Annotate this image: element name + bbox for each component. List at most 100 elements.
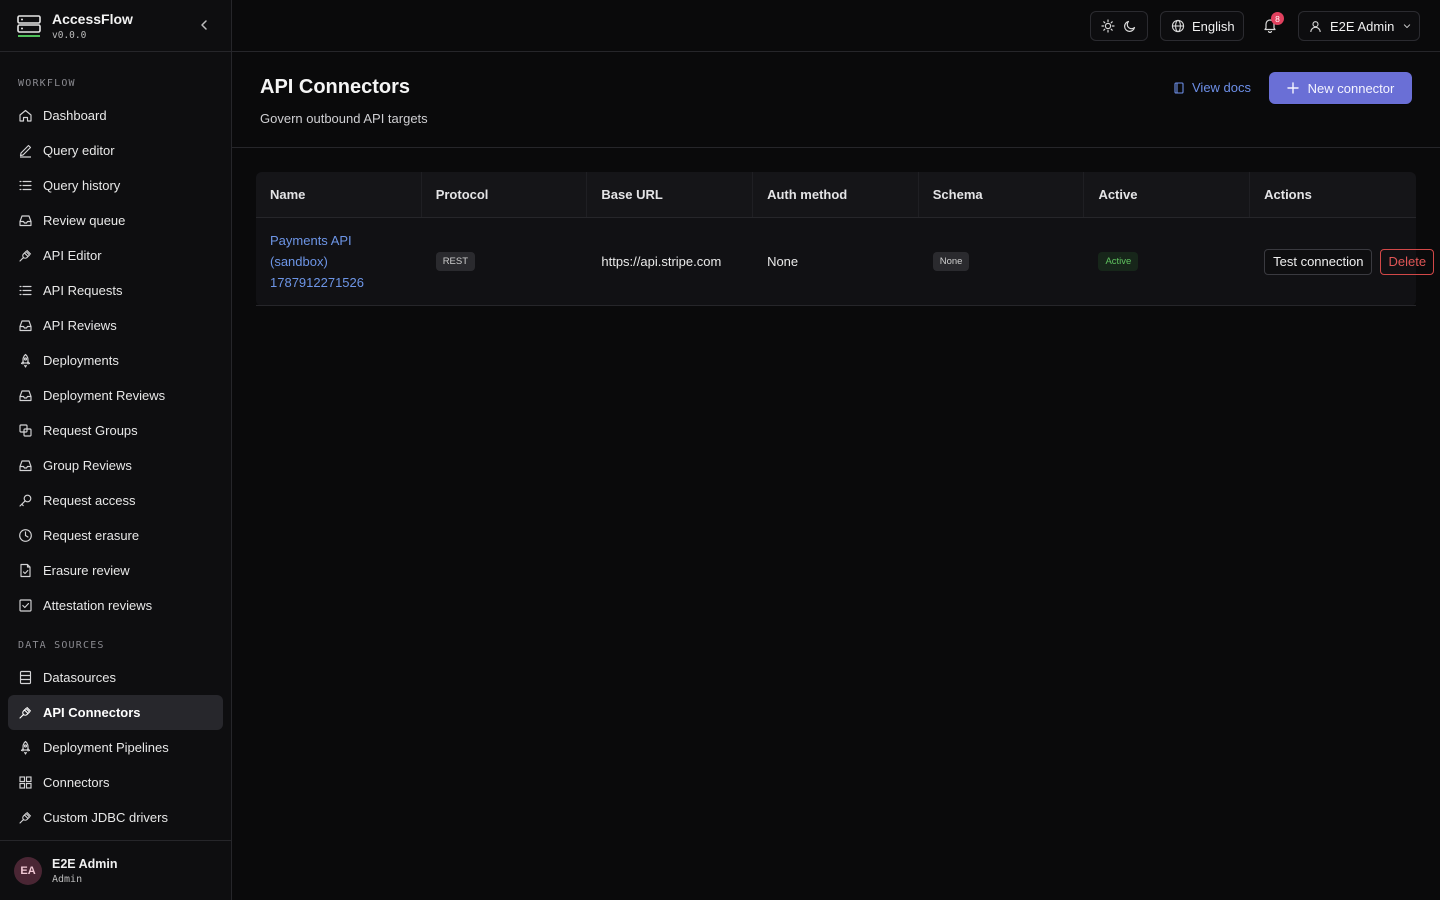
page-subtitle: Govern outbound API targets (260, 111, 428, 126)
sidebar-item-erasure-review[interactable]: Erasure review (8, 553, 223, 588)
delete-button[interactable]: Delete (1380, 248, 1435, 275)
connectors-table: Name Protocol Base URL Auth method Schem… (256, 172, 1435, 306)
rocket-icon (18, 353, 33, 368)
sidebar-item-custom-jdbc-drivers[interactable]: Custom JDBC drivers (8, 800, 223, 835)
sidebar-item-dashboard[interactable]: Dashboard (8, 98, 223, 133)
sidebar-user-profile[interactable]: EA E2E Admin Admin (0, 840, 231, 900)
sidebar-item-label: Query history (43, 178, 121, 193)
table-header: Name Protocol Base URL Auth method Schem… (256, 172, 1416, 218)
page-title: API Connectors (260, 76, 411, 98)
plug-icon (18, 248, 33, 263)
sidebar-item-deployments[interactable]: Deployments (8, 343, 223, 378)
pencil-icon (18, 143, 33, 158)
test-connection-button[interactable]: Test connection (1264, 248, 1373, 275)
workflow-nav: Dashboard Query editor Query history Review… (8, 98, 223, 623)
sidebar-item-label: Review queue (43, 213, 126, 228)
sidebar-item-connectors[interactable]: Connectors (8, 765, 223, 800)
app-logo-icon (17, 14, 41, 37)
table-row: Payments API (sandbox) 1787912271526 RES… (256, 218, 1435, 306)
column-header-name[interactable]: Name (256, 172, 422, 217)
page-header: API Connectors Govern outbound API targe… (232, 52, 1440, 148)
book-icon (1174, 81, 1184, 94)
cell-actions: Test connection Delete (1250, 218, 1435, 305)
clock-icon (18, 528, 33, 543)
database-icon (18, 670, 33, 685)
column-header-active[interactable]: Active (1084, 172, 1251, 217)
theme-toggle[interactable] (1090, 11, 1148, 41)
sidebar-item-api-reviews[interactable]: API Reviews (8, 308, 223, 343)
column-header-base-url[interactable]: Base URL (587, 172, 754, 217)
sidebar-item-api-connectors[interactable]: API Connectors (8, 695, 223, 730)
user-name: E2E Admin (52, 856, 118, 871)
collapse-sidebar-icon[interactable] (197, 18, 211, 32)
sidebar-item-query-editor[interactable]: Query editor (8, 133, 223, 168)
brand-header: AccessFlow v0.0.0 (0, 0, 231, 52)
sidebar-item-api-editor[interactable]: API Editor (8, 238, 223, 273)
data-sources-nav: Datasources API Connectors Deployment Pipe… (8, 660, 223, 835)
sidebar-item-label: Deployment Reviews (43, 388, 166, 403)
list-icon (18, 178, 33, 193)
connector-name-line[interactable]: Payments API (270, 230, 364, 251)
new-connector-label: New connector (1307, 80, 1395, 96)
plus-icon (1286, 82, 1299, 94)
file-check-icon (18, 563, 33, 578)
sidebar-item-label: Datasources (43, 670, 116, 685)
sidebar-item-datasources[interactable]: Datasources (8, 660, 223, 695)
column-header-schema[interactable]: Schema (919, 172, 1085, 217)
cell-base-url: https://api.stripe.com (601, 254, 722, 269)
sidebar-item-label: Request erasure (43, 528, 140, 543)
language-label: English (1192, 18, 1235, 34)
sidebar-item-label: API Editor (43, 248, 102, 263)
connector-name-line[interactable]: 1787912271526 (270, 272, 364, 293)
user-menu-label: E2E Admin (1330, 18, 1395, 34)
sidebar: AccessFlow v0.0.0 WORKFLOW Dashboard Quer… (0, 0, 232, 900)
sidebar-item-request-access[interactable]: Request access (8, 483, 223, 518)
topbar: English 8 E2E Admin (232, 0, 1440, 52)
rocket-icon (18, 740, 33, 755)
sidebar-item-request-groups[interactable]: Request Groups (8, 413, 223, 448)
plug-icon (18, 705, 33, 720)
sidebar-item-request-erasure[interactable]: Request erasure (8, 518, 223, 553)
sidebar-item-label: Deployment Pipelines (43, 740, 169, 755)
grid-icon (18, 775, 33, 790)
column-header-auth-method[interactable]: Auth method (753, 172, 919, 217)
view-docs-label: View docs (1192, 80, 1252, 95)
view-docs-link[interactable]: View docs (1173, 80, 1251, 95)
sidebar-item-label: Request Groups (43, 423, 138, 438)
sidebar-item-deployment-reviews[interactable]: Deployment Reviews (8, 378, 223, 413)
group-icon (18, 423, 33, 438)
cell-active: Active (1084, 218, 1250, 305)
sidebar-item-query-history[interactable]: Query history (8, 168, 223, 203)
sun-icon[interactable] (1101, 19, 1115, 33)
sidebar-item-label: API Reviews (43, 318, 117, 333)
sidebar-item-label: Deployments (43, 353, 119, 368)
sidebar-item-label: Request access (43, 493, 136, 508)
user-icon (1310, 20, 1321, 32)
sidebar-item-label: Custom JDBC drivers (43, 810, 168, 825)
connector-name-line[interactable]: (sandbox) (270, 251, 364, 272)
language-select[interactable]: English (1160, 11, 1244, 41)
cell-name: Payments API (sandbox) 1787912271526 (256, 218, 422, 305)
sidebar-item-group-reviews[interactable]: Group Reviews (8, 448, 223, 483)
avatar: EA (14, 856, 42, 885)
moon-icon[interactable] (1123, 19, 1137, 33)
sidebar-item-deployment-pipelines[interactable]: Deployment Pipelines (8, 730, 223, 765)
sidebar-item-attestation-reviews[interactable]: Attestation reviews (8, 588, 223, 623)
notification-badge: 8 (1271, 12, 1284, 25)
globe-icon (1171, 19, 1185, 33)
list-icon (18, 283, 33, 298)
inbox-icon (18, 458, 33, 473)
key-icon (18, 493, 33, 508)
column-header-actions: Actions (1264, 187, 1312, 202)
column-header-protocol[interactable]: Protocol (422, 172, 588, 217)
sidebar-item-review-queue[interactable]: Review queue (8, 203, 223, 238)
user-menu-button[interactable]: E2E Admin (1298, 11, 1420, 41)
schema-tag: None (932, 252, 970, 271)
connector-name-link[interactable]: Payments API (sandbox) 1787912271526 (270, 230, 364, 293)
new-connector-button[interactable]: New connector (1269, 72, 1412, 104)
section-label-data-sources: DATA SOURCES (18, 640, 105, 651)
sidebar-item-label: API Connectors (43, 705, 141, 720)
sidebar-item-api-requests[interactable]: API Requests (8, 273, 223, 308)
section-label-workflow: WORKFLOW (18, 78, 76, 89)
chevron-down-icon (1404, 24, 1411, 28)
